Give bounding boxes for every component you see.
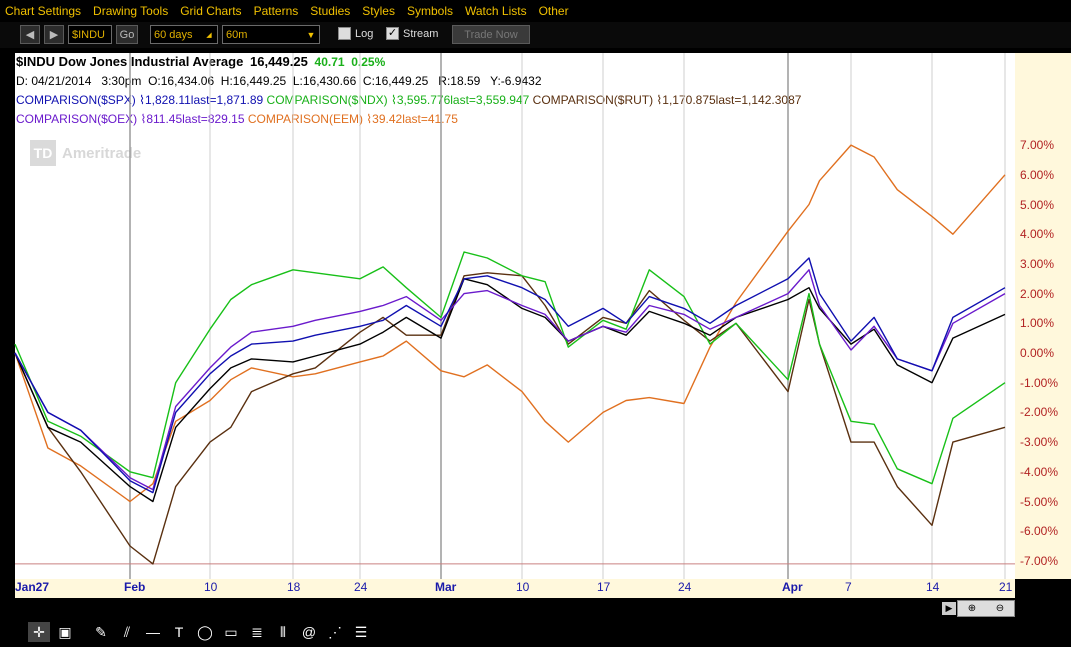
symbol-value: $INDU: [72, 28, 106, 41]
log-label: Log: [355, 28, 374, 40]
triangle-right-icon: ▶: [49, 29, 59, 41]
screenshot-tool-icon[interactable]: ▣: [54, 622, 76, 642]
menu-item-symbols[interactable]: Symbols: [407, 4, 453, 18]
menu-item-other[interactable]: Other: [539, 4, 569, 18]
period-select[interactable]: 60 days ◢: [150, 25, 218, 44]
chart-lines: [14, 53, 1015, 579]
log-checkbox[interactable]: [338, 27, 351, 40]
vertical-lines-tool-icon[interactable]: ⦀: [272, 622, 294, 642]
back-button[interactable]: ◀: [20, 25, 40, 44]
series-line-eem: [14, 144, 1006, 503]
parallel-lines-tool-icon[interactable]: ⫽: [116, 622, 138, 642]
checkmark-icon: ✓: [387, 27, 398, 39]
rectangle-tool-icon[interactable]: ▭: [220, 622, 242, 642]
interval-value: 60m: [226, 28, 248, 41]
fan-tool-icon[interactable]: ⋰: [324, 622, 346, 642]
interval-select[interactable]: 60m ▼: [222, 25, 320, 44]
corner-triangle-icon: ◢: [206, 31, 212, 39]
series-line-rut: [14, 272, 1006, 565]
triangle-right-icon: ▶: [945, 603, 953, 613]
period-value: 60 days: [154, 28, 193, 41]
triangle-left-icon: ◀: [25, 29, 35, 41]
forward-button[interactable]: ▶: [44, 25, 64, 44]
fibonacci-tool-icon[interactable]: ≣: [246, 622, 268, 642]
spiral-tool-icon[interactable]: @: [298, 622, 320, 642]
menu-item-drawing-tools[interactable]: Drawing Tools: [93, 4, 168, 18]
stream-checkbox[interactable]: ✓: [386, 27, 399, 40]
zoom-control[interactable]: ⊕ ⊖: [957, 600, 1015, 617]
stream-label: Stream: [403, 28, 439, 40]
scroll-right-button[interactable]: ▶: [942, 602, 956, 615]
menu-item-styles[interactable]: Styles: [362, 4, 395, 18]
horizontal-scrollbar[interactable]: ▶: [15, 601, 1015, 616]
pencil-tool-icon[interactable]: ✎: [90, 622, 112, 642]
menu-item-patterns[interactable]: Patterns: [254, 4, 299, 18]
go-label: Go: [119, 28, 135, 41]
go-button[interactable]: Go: [116, 25, 138, 44]
text-tool-icon[interactable]: T: [168, 622, 190, 642]
menu-item-studies[interactable]: Studies: [310, 4, 350, 18]
trade-now-label: Trade Now: [464, 28, 518, 41]
drawing-toolbar: ✛ ▣ ✎ ⫽ — T ◯ ▭ ≣ ⦀ @ ⋰ ☰: [0, 617, 1071, 647]
chart-toolbar: ◀ ▶ $INDU Go 60 days ◢ 60m ▼ Log ✓ Stream …: [0, 22, 1071, 48]
series-line-indu: [14, 278, 1006, 503]
chevron-down-icon: ▼: [306, 29, 316, 40]
menu-bar: Chart Settings Drawing Tools Grid Charts Pa…: [0, 0, 1071, 22]
ellipse-tool-icon[interactable]: ◯: [194, 622, 216, 642]
menu-item-chart-settings[interactable]: Chart Settings: [5, 4, 81, 18]
horizontal-line-tool-icon[interactable]: —: [142, 622, 164, 642]
menu-lines-tool-icon[interactable]: ☰: [350, 622, 372, 642]
zoom-in-icon[interactable]: ⊕: [968, 603, 976, 614]
zoom-out-icon[interactable]: ⊖: [996, 603, 1004, 614]
cursor-tool-icon[interactable]: ✛: [28, 622, 50, 642]
series-line-spx: [14, 257, 1006, 494]
menu-item-watch-lists[interactable]: Watch Lists: [465, 4, 527, 18]
menu-item-grid-charts[interactable]: Grid Charts: [180, 4, 241, 18]
symbol-input[interactable]: $INDU: [68, 25, 112, 44]
trade-now-button[interactable]: Trade Now: [452, 25, 530, 44]
